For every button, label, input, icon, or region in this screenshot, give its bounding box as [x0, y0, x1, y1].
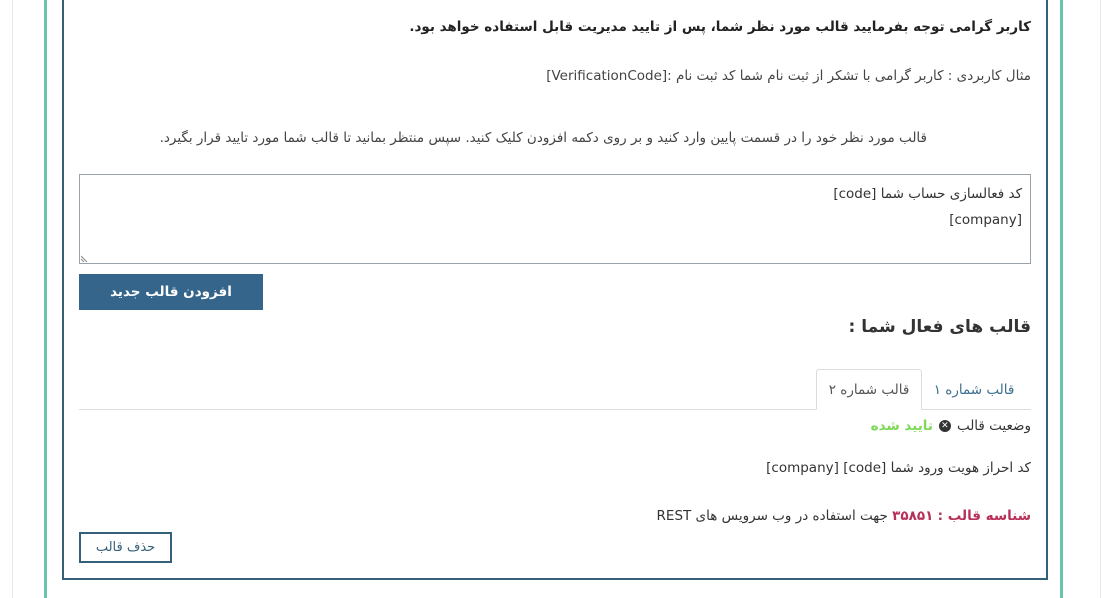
template-text: کد احراز هویت ورود شما [code] [company] — [766, 460, 1031, 476]
add-template-button[interactable]: افزودن قالب جدید — [79, 274, 263, 310]
outer-border-left — [12, 0, 13, 598]
status-value: تایید شده — [870, 418, 933, 434]
template-id-value: ۳۵۸۵۱ — [892, 508, 934, 524]
instructions-text: قالب مورد نظر خود را در قسمت پایین وارد … — [159, 130, 927, 146]
template-id-label: شناسه قالب : — [937, 508, 1031, 524]
status-label: وضعیت قالب — [956, 418, 1031, 434]
resize-grip-icon[interactable] — [81, 253, 90, 262]
active-templates-title: قالب های فعال شما : — [848, 317, 1031, 337]
tab-template-2[interactable]: قالب شماره ۲ — [816, 369, 922, 410]
template-status: وضعیت قالب ✕ تایید شده — [871, 418, 1031, 434]
tab-template-1[interactable]: قالب شماره ۱ — [924, 369, 1024, 410]
delete-template-button[interactable]: حذف قالب — [79, 532, 172, 563]
template-id-suffix: جهت استفاده در وب سرویس های REST — [656, 508, 888, 524]
template-id-row: شناسه قالب : ۳۵۸۵۱ جهت استفاده در وب سرو… — [657, 508, 1031, 524]
template-textarea[interactable]: کد فعالسازی حساب شما [code] [company] — [79, 174, 1031, 264]
approval-notice: کاربر گرامی توجه بفرمایید قالب مورد نظر … — [409, 19, 1031, 35]
outer-border-right — [1100, 0, 1101, 598]
usage-example: مثال کاربردی : کاربر گرامی با تشکر از ثب… — [546, 68, 1031, 84]
close-circle-icon: ✕ — [938, 420, 951, 432]
